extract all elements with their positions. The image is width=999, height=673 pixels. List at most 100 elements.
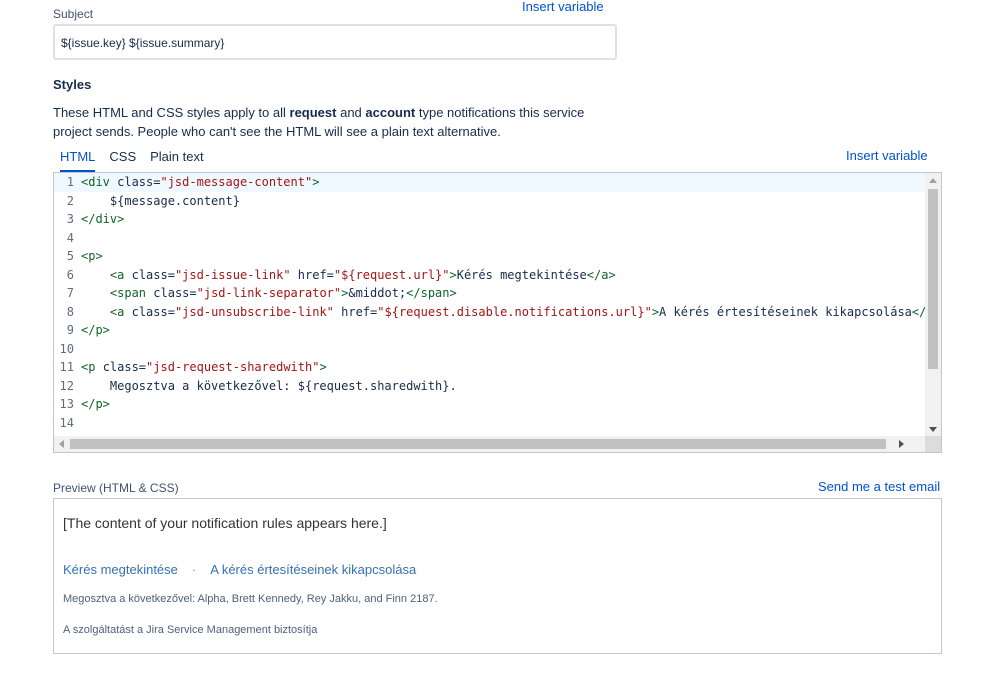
line-number: 2	[66, 193, 74, 208]
vertical-scrollbar[interactable]	[925, 173, 941, 437]
code-line[interactable]: 2 ${message.content}	[54, 192, 926, 211]
line-number: 5	[66, 249, 74, 263]
line-number: 7	[66, 286, 74, 300]
code-token: "jsd-issue-link"	[174, 267, 291, 282]
code-token: "jsd-link-separator"	[196, 286, 342, 300]
code-token: class=	[153, 286, 197, 300]
scroll-left-icon[interactable]	[59, 440, 64, 448]
line-number: 14	[59, 415, 74, 430]
code-line-text: <span class="jsd-link-separator">&middot…	[81, 284, 457, 303]
code-token: <a	[109, 267, 132, 282]
line-number: 9	[66, 323, 74, 337]
preview-view-request-link[interactable]: Kérés megtekintése	[63, 562, 178, 577]
code-token: "jsd-unsubscribe-link"	[174, 304, 334, 319]
code-token: </p>	[81, 397, 110, 411]
code-token: class=	[131, 304, 175, 319]
scroll-down-icon[interactable]	[929, 427, 937, 432]
line-number: 13	[59, 397, 74, 411]
code-line[interactable]: 9 </p>	[54, 321, 926, 340]
code-token: Megosztva a következővel: ${request.shar…	[81, 378, 457, 393]
code-token: </span>	[406, 286, 457, 300]
code-line[interactable]: 6 <a class="jsd-issue-link" href="${requ…	[54, 266, 926, 285]
code-token: "${request.url}"	[333, 267, 450, 282]
horizontal-scroll-thumb[interactable]	[70, 439, 886, 449]
code-line[interactable]: 11 <p class="jsd-request-sharedwith">	[54, 358, 926, 377]
code-line-text: Megosztva a következővel: ${request.shar…	[81, 377, 457, 396]
subject-insert-variable-link[interactable]: Insert variable	[522, 0, 604, 14]
code-token: href=	[333, 304, 378, 319]
preview-unsubscribe-link[interactable]: A kérés értesítéseinek kikapcsolása	[210, 562, 416, 577]
editor-tabs: HTML CSS Plain text	[60, 149, 204, 172]
code-token: <span	[109, 286, 154, 300]
styles-description: These HTML and CSS styles apply to all r…	[53, 105, 585, 139]
preview-link-separator: ·	[191, 562, 197, 577]
code-token: class=	[131, 267, 175, 282]
code-token: </div>	[81, 212, 125, 226]
code-line-text: </p>	[81, 395, 110, 414]
tab-html[interactable]: HTML	[60, 149, 96, 172]
code-token: "${request.disable.notifications.url}"	[377, 304, 652, 319]
subject-label: Subject	[53, 7, 94, 21]
preview-links: Kérés megtekintése · A kérés értesítései…	[63, 562, 416, 577]
code-token: >	[651, 304, 660, 319]
styles-heading: Styles	[53, 77, 92, 92]
subject-input[interactable]: ${issue.key} ${issue.summary}	[53, 24, 617, 60]
line-number: 1	[66, 175, 74, 189]
code-line[interactable]: 5 <p>	[54, 247, 926, 266]
preview-shared-with: Megosztva a következővel: Alpha, Brett K…	[63, 593, 438, 605]
code-line-text: </p>	[81, 321, 110, 340]
code-token: </a>	[911, 304, 926, 319]
code-token: Kérés megtekintése	[456, 267, 587, 282]
code-line[interactable]: 12 Megosztva a következővel: ${request.s…	[54, 377, 926, 396]
code-token: <div	[81, 175, 118, 189]
scroll-up-icon[interactable]	[929, 178, 937, 183]
code-line[interactable]: 10	[54, 340, 926, 359]
line-number: 6	[66, 267, 74, 282]
code-line[interactable]: 3 </div>	[54, 210, 926, 229]
line-number: 8	[66, 304, 74, 319]
code-token: >	[449, 267, 457, 282]
code-token: A kérés értesítéseinek kikapcsolása	[659, 304, 912, 319]
code-token: <a	[109, 304, 132, 319]
preview-content-placeholder: [The content of your notification rules …	[63, 515, 387, 531]
code-line-text: <a class="jsd-unsubscribe-link" href="${…	[81, 303, 926, 322]
scrollbar-corner	[925, 436, 941, 452]
line-number: 12	[59, 378, 74, 393]
send-test-email-link[interactable]: Send me a test email	[818, 479, 940, 494]
code-line-text: <p class="jsd-request-sharedwith">	[81, 358, 327, 377]
code-line[interactable]: 1 <div class="jsd-message-content">	[54, 173, 926, 192]
code-token: href=	[290, 267, 334, 282]
vertical-scroll-thumb[interactable]	[928, 189, 938, 369]
code-token: class=	[117, 175, 161, 189]
code-token: ${message.content}	[81, 193, 240, 208]
tab-plain-text[interactable]: Plain text	[150, 149, 203, 172]
html-code-editor[interactable]: 1 <div class="jsd-message-content"> 2 ${me…	[53, 172, 942, 453]
code-token: </a>	[586, 267, 616, 282]
code-token: "jsd-message-content"	[160, 175, 313, 189]
code-area[interactable]: 1 <div class="jsd-message-content"> 2 ${me…	[54, 173, 926, 437]
preview-powered-by: A szolgáltatást a Jira Service Managemen…	[63, 624, 318, 636]
line-number: 11	[59, 360, 74, 374]
code-line[interactable]: 13 </p>	[54, 395, 926, 414]
scroll-right-icon[interactable]	[899, 440, 904, 448]
code-token: class=	[102, 360, 147, 374]
tab-css[interactable]: CSS	[109, 149, 136, 172]
code-token: <p>	[81, 249, 103, 263]
line-number: 3	[66, 212, 74, 226]
line-number: 4	[66, 230, 74, 245]
code-token: "jsd-request-sharedwith"	[146, 360, 320, 374]
code-line[interactable]: 7 <span class="jsd-link-separator">&midd…	[54, 284, 926, 303]
code-line[interactable]: 14	[54, 414, 926, 433]
code-line-text: ${message.content}	[81, 192, 240, 211]
styles-insert-variable-link[interactable]: Insert variable	[846, 148, 928, 163]
horizontal-scrollbar[interactable]	[54, 436, 926, 452]
code-line[interactable]: 8 <a class="jsd-unsubscribe-link" href="…	[54, 303, 926, 322]
code-token: >	[312, 175, 320, 189]
code-line[interactable]: 4	[54, 229, 926, 248]
code-line-text: <a class="jsd-issue-link" href="${reques…	[81, 266, 616, 285]
code-token: </p>	[81, 323, 110, 337]
code-token: &middot;	[348, 286, 407, 300]
